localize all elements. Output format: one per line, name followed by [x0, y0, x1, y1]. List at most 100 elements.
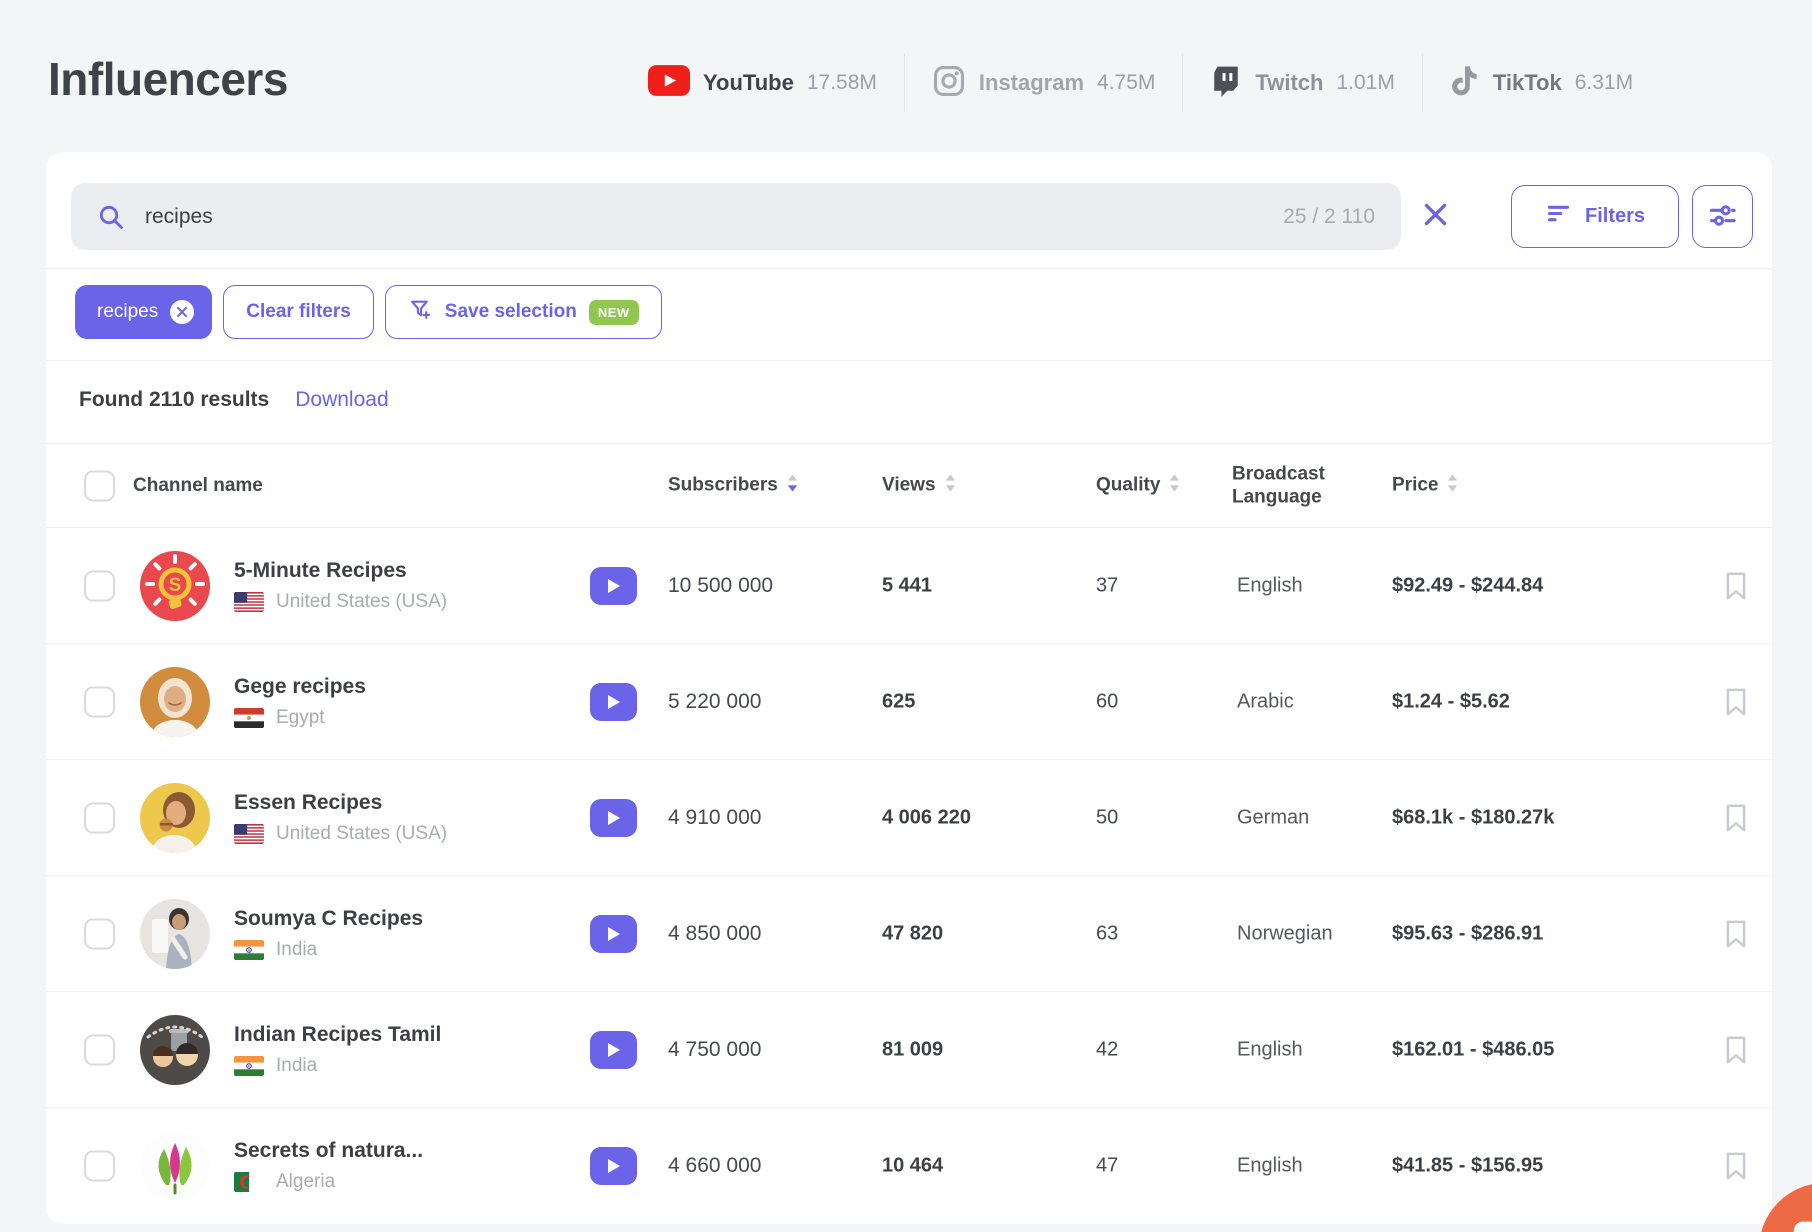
channel-name[interactable]: Indian Recipes Tamil: [234, 1023, 441, 1047]
avatar: S: [140, 550, 210, 621]
column-header-views[interactable]: Views: [882, 474, 956, 497]
flag-algeria-icon: [234, 1172, 264, 1192]
column-header-quality[interactable]: Quality: [1096, 474, 1180, 497]
tiktok-icon: [1450, 64, 1480, 103]
row-checkbox[interactable]: [84, 918, 115, 949]
country-label: Egypt: [276, 706, 325, 728]
download-link[interactable]: Download: [295, 388, 388, 412]
channel-name[interactable]: 5-Minute Recipes: [234, 559, 447, 583]
youtube-play-button[interactable]: [590, 682, 637, 721]
filter-chip-recipes[interactable]: recipes: [75, 285, 213, 339]
avatar: [140, 782, 210, 853]
subscribers-value: 4 850 000: [668, 921, 762, 945]
bookmark-icon[interactable]: [1724, 919, 1748, 949]
views-value: 625: [882, 690, 916, 712]
views-value: 81 009: [882, 1038, 944, 1060]
close-icon: [1420, 199, 1451, 233]
country-label: United States (USA): [276, 590, 448, 612]
language-value: English: [1237, 1154, 1303, 1177]
quality-value: 50: [1096, 806, 1119, 828]
avatar: [140, 1131, 210, 1201]
search-bar: 25 / 2 110: [71, 183, 1401, 250]
search-icon: [97, 203, 125, 231]
youtube-play-button[interactable]: [590, 1030, 637, 1069]
table-row[interactable]: Gege recipes Egypt 5 220 000 625 60 Arab…: [46, 644, 1772, 760]
youtube-play-button[interactable]: [590, 1147, 637, 1185]
channel-country: Egypt: [234, 707, 366, 729]
channel-name[interactable]: Soumya C Recipes: [234, 907, 423, 931]
country-label: India: [276, 1054, 318, 1076]
search-input[interactable]: [145, 204, 1284, 229]
clear-search-button[interactable]: [1418, 199, 1452, 233]
tab-tiktok[interactable]: TikTok 6.31M: [1450, 64, 1633, 103]
sort-icon: [787, 474, 798, 497]
price-value: $95.63 - $286.91: [1392, 922, 1544, 944]
row-checkbox[interactable]: [84, 1150, 115, 1182]
filter-chip-label: recipes: [97, 301, 159, 322]
save-selection-button[interactable]: Save selection NEW: [384, 285, 662, 339]
channel-country: India: [234, 1055, 441, 1077]
avatar: [140, 666, 210, 737]
channel-name[interactable]: Secrets of natura...: [234, 1139, 423, 1163]
table-row[interactable]: Indian Recipes Tamil India 4 750 000 81 …: [46, 992, 1772, 1108]
subscribers-value: 4 910 000: [668, 805, 762, 829]
bookmark-icon[interactable]: [1724, 687, 1748, 717]
country-label: Algeria: [276, 1171, 336, 1192]
platform-label: YouTube: [703, 70, 794, 95]
avatar: [140, 1014, 210, 1085]
divider: [1421, 54, 1423, 112]
select-all-checkbox[interactable]: [84, 470, 115, 501]
table-row[interactable]: Essen Recipes United States (USA) 4 910 …: [46, 760, 1772, 876]
row-checkbox[interactable]: [84, 686, 115, 717]
flag-usa-icon: [234, 591, 264, 612]
table-row[interactable]: Soumya C Recipes India 4 850 000 47 820 …: [46, 876, 1772, 992]
tab-youtube[interactable]: YouTube 17.58M: [648, 65, 877, 101]
views-value: 5 441: [882, 574, 933, 596]
country-label: India: [276, 938, 318, 960]
bookmark-icon[interactable]: [1724, 571, 1748, 601]
table-header: Channel name Subscribers Views Quality B…: [46, 443, 1772, 528]
table-row[interactable]: S 5-Minute Recipes United States (USA) 1…: [46, 528, 1772, 644]
influencers-page: Influencers YouTube 17.58M Instagram 4.7…: [0, 0, 1812, 1232]
column-label: Subscribers: [668, 474, 778, 496]
sort-icon: [1169, 474, 1180, 497]
youtube-play-button[interactable]: [590, 566, 637, 605]
youtube-play-button[interactable]: [590, 914, 637, 953]
tab-twitch[interactable]: Twitch 1.01M: [1210, 64, 1395, 103]
clear-filters-label: Clear filters: [246, 301, 351, 322]
channel-country: Algeria: [234, 1171, 423, 1193]
row-checkbox[interactable]: [84, 570, 115, 601]
bookmark-icon[interactable]: [1724, 1151, 1748, 1181]
table-row[interactable]: Secrets of natura... Algeria 4 660 000 1…: [46, 1108, 1772, 1224]
channel-name[interactable]: Essen Recipes: [234, 791, 447, 815]
found-results-text: Found 2110 results: [79, 388, 270, 411]
tab-instagram[interactable]: Instagram 4.75M: [932, 64, 1155, 103]
svg-text:S: S: [169, 575, 182, 596]
row-checkbox[interactable]: [84, 802, 115, 833]
channel-country: United States (USA): [234, 823, 447, 845]
column-header-subscribers[interactable]: Subscribers: [668, 474, 798, 497]
table-body: S 5-Minute Recipes United States (USA) 1…: [46, 528, 1772, 1224]
funnel-plus-icon: [408, 297, 433, 328]
platform-count: 6.31M: [1574, 71, 1634, 94]
filters-button[interactable]: Filters: [1511, 185, 1679, 248]
clear-filters-button[interactable]: Clear filters: [223, 285, 374, 339]
price-value: $162.01 - $486.05: [1392, 1038, 1555, 1060]
youtube-play-button[interactable]: [590, 798, 637, 837]
divider: [903, 54, 905, 112]
bookmark-icon[interactable]: [1724, 1035, 1748, 1065]
results-card: 25 / 2 110 Filters recipes: [46, 152, 1772, 1224]
search-result-counter: 25 / 2 110: [1283, 204, 1375, 228]
flag-egypt-icon: [234, 707, 264, 728]
remove-filter-icon[interactable]: [170, 300, 195, 324]
column-header-price[interactable]: Price: [1392, 474, 1458, 497]
divider: [46, 268, 1772, 269]
row-checkbox[interactable]: [84, 1034, 115, 1065]
filter-lines-icon: [1545, 200, 1572, 233]
bookmark-icon[interactable]: [1724, 803, 1748, 833]
advanced-settings-button[interactable]: [1692, 185, 1753, 248]
channel-name[interactable]: Gege recipes: [234, 675, 366, 699]
active-filters-bar: recipes Clear filters Save selection NEW: [75, 285, 662, 339]
column-label: Quality: [1096, 474, 1161, 496]
subscribers-value: 5 220 000: [668, 689, 762, 713]
